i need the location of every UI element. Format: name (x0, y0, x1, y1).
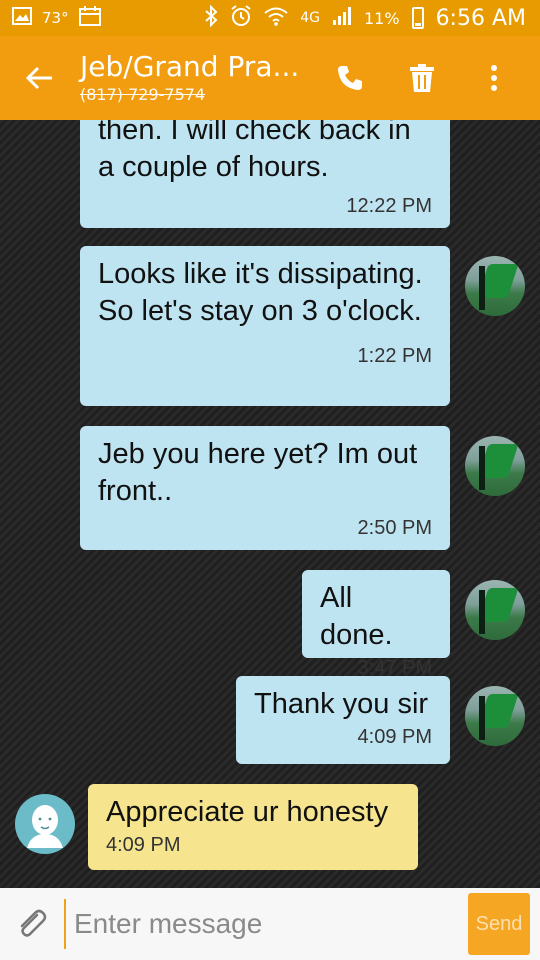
app-bar: Jeb/Grand Pra... (817) 729-7574 (0, 36, 540, 120)
status-time: 6:56 AM (435, 5, 526, 31)
person-icon (27, 805, 63, 848)
message-time: 12:22 PM (346, 195, 432, 217)
message-text: Thank you sir (254, 688, 429, 720)
signal-icon (332, 6, 352, 30)
calendar-icon (78, 6, 101, 30)
more-icon (491, 65, 497, 91)
battery-percent: 11% (364, 8, 400, 28)
back-button[interactable] (0, 36, 80, 120)
avatar-photo (465, 580, 525, 640)
avatar-photo (465, 686, 525, 746)
message-time: 4:09 PM (357, 726, 432, 748)
message-bubble[interactable]: Thank you sir 4:09 PM (236, 676, 450, 764)
message-time: 4:09 PM (106, 834, 181, 856)
message-time: 1:22 PM (357, 345, 432, 367)
status-bar: 73° 4G 11% 6:56 AM (0, 0, 540, 36)
arrow-back-icon (26, 66, 52, 90)
message-text: then. I will check back in a couple of h… (98, 120, 411, 183)
message-text: Jeb you here yet? Im out front.. (98, 438, 418, 507)
bluetooth-icon (204, 4, 218, 31)
network-type: 4G (300, 10, 320, 26)
contact-number: (817) 729-7574 (80, 85, 206, 104)
message-bubble[interactable]: Looks like it's dissipating. So let's st… (80, 246, 450, 406)
sender-avatar[interactable] (465, 256, 525, 316)
contact-name: Jeb/Grand Pra... (80, 50, 300, 83)
contact-avatar[interactable] (15, 794, 75, 854)
more-options-button[interactable] (458, 36, 530, 120)
attach-button[interactable] (0, 888, 64, 960)
delete-button[interactable] (386, 36, 458, 120)
phone-icon (338, 66, 362, 90)
temperature: 73° (42, 9, 69, 27)
call-button[interactable] (314, 36, 386, 120)
message-composer: Send (0, 888, 540, 960)
avatar-photo (465, 256, 525, 316)
message-bubble[interactable]: All done. 3:47 PM (302, 570, 450, 679)
image-icon (12, 7, 32, 29)
message-text: Looks like it's dissipating. So let's st… (98, 258, 423, 327)
message-text: Appreciate ur honesty (106, 796, 389, 828)
send-button[interactable]: Send (468, 893, 530, 955)
message-bubble[interactable]: then. I will check back in a couple of h… (80, 120, 450, 228)
message-text: All done. (320, 582, 393, 651)
message-bubble[interactable]: Jeb you here yet? Im out front.. 2:50 PM (80, 426, 450, 550)
conversation-header[interactable]: Jeb/Grand Pra... (817) 729-7574 (80, 50, 314, 106)
battery-icon (411, 7, 424, 29)
message-bubble-incoming[interactable]: Appreciate ur honesty 4:09 PM (88, 784, 418, 870)
sender-avatar[interactable] (465, 686, 525, 746)
wifi-icon (264, 6, 288, 30)
avatar-photo (465, 436, 525, 496)
alarm-icon (230, 5, 252, 31)
message-input[interactable] (64, 899, 458, 949)
sender-avatar[interactable] (465, 580, 525, 640)
trash-icon (410, 64, 434, 92)
message-time: 2:50 PM (357, 517, 432, 539)
sender-avatar[interactable] (465, 436, 525, 496)
paperclip-icon (20, 909, 47, 937)
conversation-list[interactable]: then. I will check back in a couple of h… (0, 120, 540, 888)
